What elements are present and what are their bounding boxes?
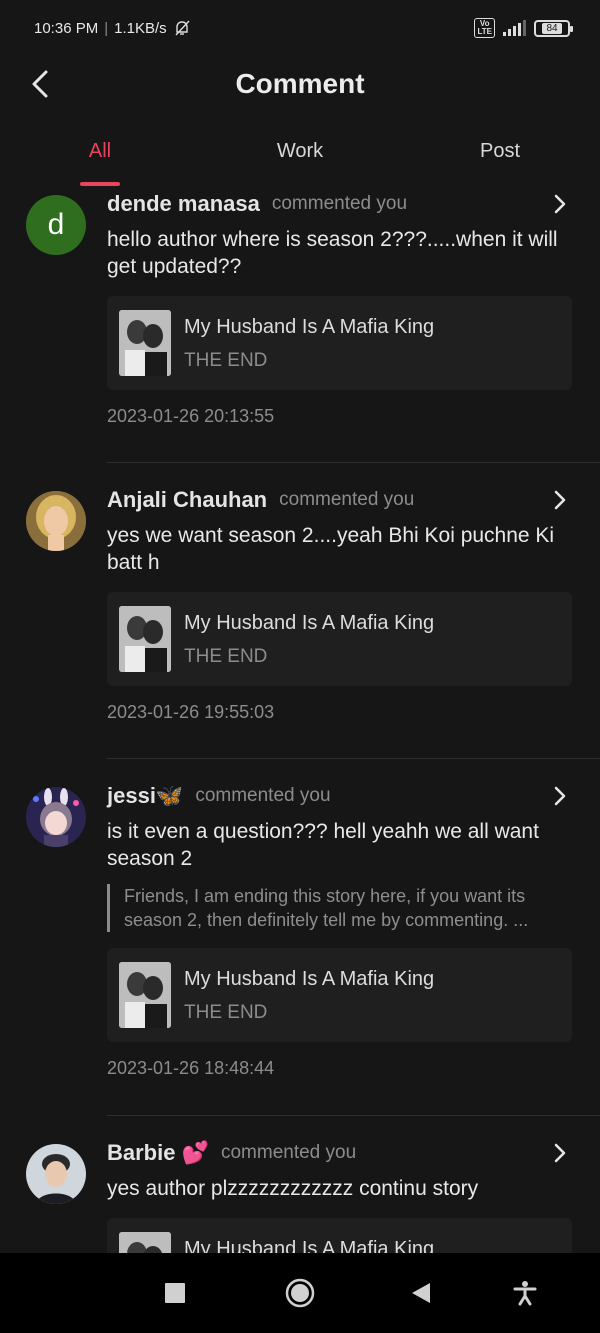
tab-work[interactable]: Work [240, 140, 360, 163]
comment-header: Barbie 💕 commented you [107, 1135, 572, 1171]
chevron-right-icon[interactable] [550, 488, 570, 512]
avatar[interactable] [26, 787, 86, 847]
comment-header: jessi🦋 commented you [107, 778, 572, 814]
comment-item[interactable]: Anjali Chauhan commented you yes we want… [0, 482, 600, 723]
quoted-text: Friends, I am ending this story here, if… [107, 884, 572, 932]
divider [107, 1115, 600, 1116]
comment-text: yes we want season 2....yeah Bhi Koi puc… [107, 524, 555, 574]
comment-action: commented you [195, 785, 331, 806]
work-cover-image [119, 606, 171, 672]
square-icon [165, 1283, 185, 1303]
comment-action: commented you [279, 489, 415, 510]
comment-time: 2023-01-26 19:55:03 [107, 702, 275, 722]
comment-time: 2023-01-26 20:13:55 [107, 406, 275, 426]
work-cover-image [119, 310, 171, 376]
back-triangle-icon [412, 1283, 430, 1303]
work-card[interactable]: My Husband Is A Mafia King THE END [107, 948, 572, 1042]
battery-icon: 84 [534, 19, 573, 37]
page-title: Comment [235, 68, 365, 99]
divider [107, 462, 600, 463]
accessibility-icon [513, 1281, 537, 1306]
work-card[interactable]: My Husband Is A Mafia King [107, 1218, 572, 1253]
avatar[interactable]: d [26, 195, 86, 255]
work-title: My Husband Is A Mafia King [184, 316, 435, 338]
accessibility-button[interactable] [509, 1277, 541, 1309]
commenter-name[interactable]: jessi🦋 [107, 783, 183, 809]
avatar[interactable] [26, 491, 86, 551]
status-separator: | [104, 19, 109, 37]
work-card[interactable]: My Husband Is A Mafia King THE END [107, 592, 572, 686]
work-card[interactable]: My Husband Is A Mafia King THE END [107, 296, 572, 390]
chevron-right-icon[interactable] [550, 1141, 570, 1165]
quoted-text-line: Friends, I am ending this story here, if… [124, 886, 526, 906]
commenter-name[interactable]: dende manasa [107, 191, 260, 217]
back-nav-button[interactable] [405, 1277, 437, 1309]
chevron-right-icon[interactable] [550, 192, 570, 216]
work-title: My Husband Is A Mafia King [184, 968, 435, 990]
volte-icon: Vo LTE [474, 18, 495, 38]
header: Comment [0, 60, 600, 110]
recents-button[interactable] [159, 1277, 191, 1309]
comment-text: is it even a question??? hell yeahh we a… [107, 820, 539, 870]
comment-time: 2023-01-26 18:48:44 [107, 1058, 275, 1078]
battery-level: 84 [542, 22, 562, 34]
work-title: My Husband Is A Mafia King [184, 1238, 435, 1253]
status-right: Vo LTE 84 [474, 18, 573, 38]
chevron-right-icon[interactable] [550, 784, 570, 808]
work-status: THE END [184, 1002, 268, 1023]
home-button[interactable] [284, 1277, 316, 1309]
work-cover-image [119, 1232, 171, 1253]
tab-all[interactable]: All [40, 140, 160, 163]
avatar[interactable] [26, 1144, 86, 1204]
status-left: 10:36 PM | 1.1KB/s [34, 19, 191, 37]
work-status: THE END [184, 646, 268, 667]
system-nav-bar [0, 1253, 600, 1333]
tab-bar: All Work Post [0, 130, 600, 186]
comment-feed[interactable]: d dende manasa commented you hello autho… [0, 186, 600, 1253]
home-circle-icon [285, 1278, 315, 1308]
work-title: My Husband Is A Mafia King [184, 612, 435, 634]
comment-action: commented you [220, 1142, 357, 1163]
quoted-text-line: season 2, then definitely tell me by com… [124, 910, 529, 930]
comment-item[interactable]: d dende manasa commented you hello autho… [0, 186, 600, 427]
status-speed: 1.1KB/s [114, 19, 167, 37]
work-status: THE END [184, 350, 268, 371]
tab-post[interactable]: Post [440, 140, 560, 163]
commenter-name[interactable]: Anjali Chauhan [107, 487, 267, 513]
bell-off-icon [175, 20, 190, 36]
comment-item[interactable]: Barbie 💕 commented you yes author plzzzz… [0, 1135, 600, 1253]
comment-text: yes author plzzzzzzzzzzzz continu story [107, 1177, 479, 1200]
work-cover-image [119, 962, 171, 1028]
comment-action: commented you [271, 193, 408, 214]
status-bar: 10:36 PM | 1.1KB/s Vo LTE 84 [0, 0, 600, 60]
comment-header: dende manasa commented you [107, 186, 572, 222]
status-time: 10:36 PM [34, 19, 99, 37]
comment-text: hello author where is season 2???.....wh… [107, 228, 558, 278]
commenter-name[interactable]: Barbie 💕 [107, 1140, 209, 1166]
signal-icon [503, 20, 526, 36]
divider [107, 758, 600, 759]
comment-header: Anjali Chauhan commented you [107, 482, 572, 518]
comment-item[interactable]: jessi🦋 commented you is it even a questi… [0, 778, 600, 1079]
